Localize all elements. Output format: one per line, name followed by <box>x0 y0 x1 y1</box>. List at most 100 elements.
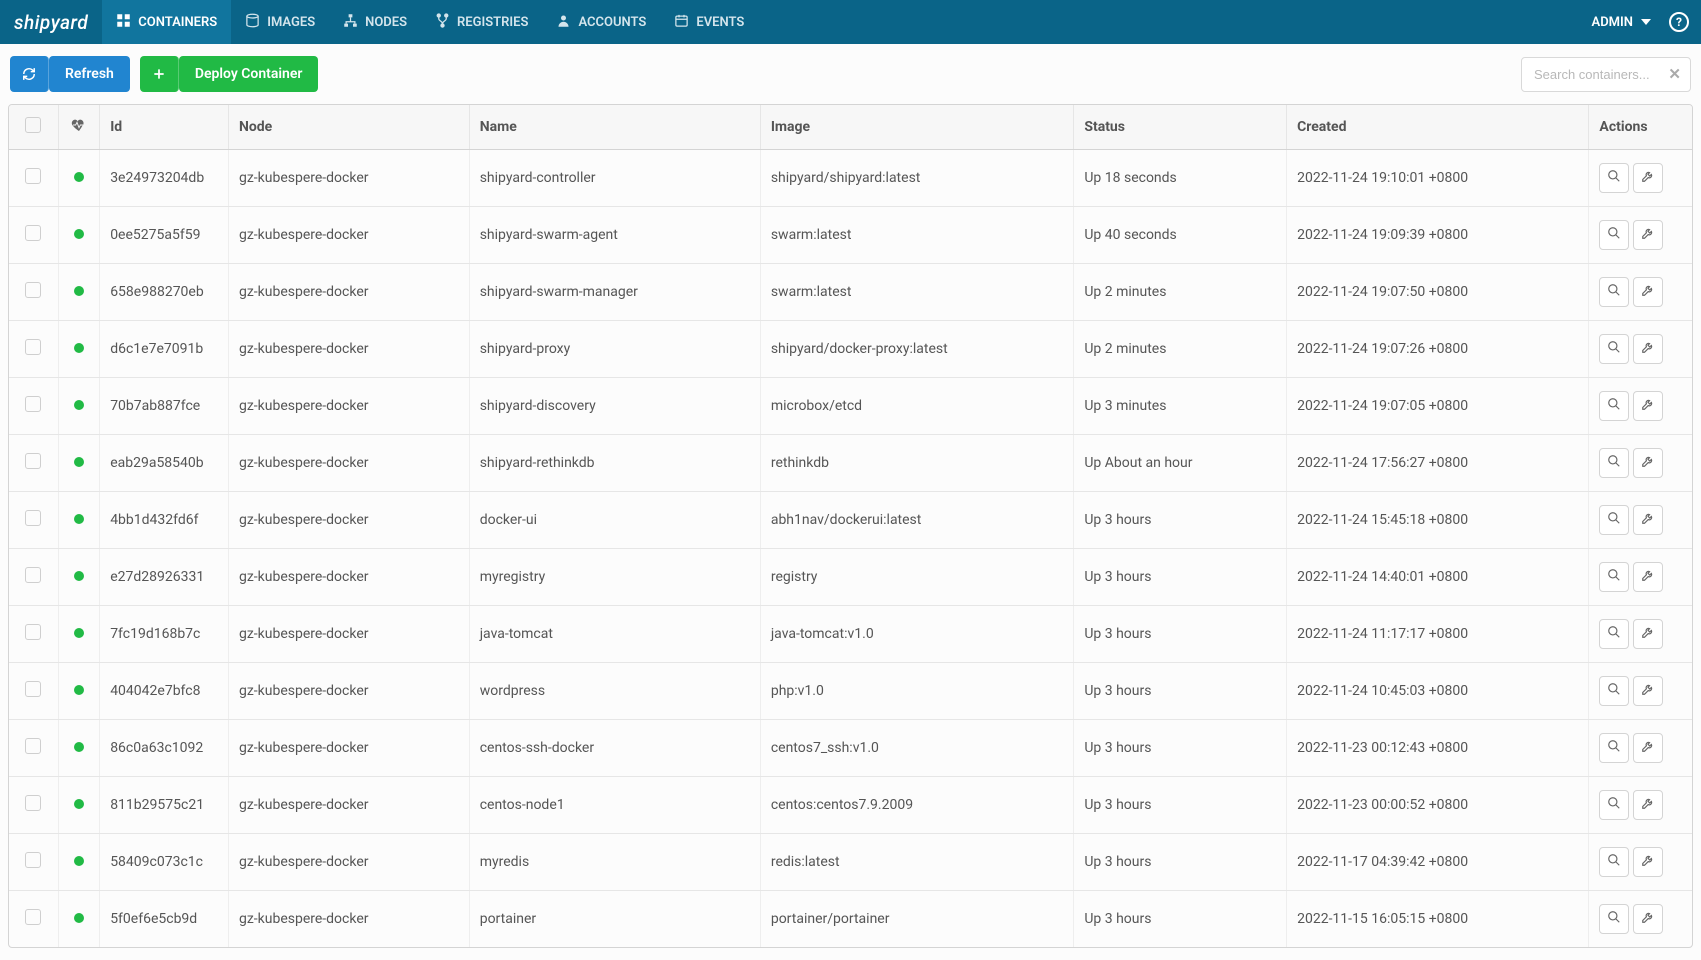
row-checkbox[interactable] <box>25 510 41 526</box>
row-checkbox[interactable] <box>25 909 41 925</box>
cell-id[interactable]: 58409c073c1c <box>100 834 229 891</box>
inspect-button[interactable] <box>1599 334 1629 364</box>
cell-image: redis:latest <box>760 834 1074 891</box>
inspect-button[interactable] <box>1599 220 1629 250</box>
table-row: 7fc19d168b7cgz-kubespere-dockerjava-tomc… <box>9 606 1692 663</box>
nav-item-registries[interactable]: REGISTRIES <box>421 0 542 44</box>
row-checkbox[interactable] <box>25 168 41 184</box>
inspect-button[interactable] <box>1599 448 1629 478</box>
cell-name[interactable]: shipyard-swarm-agent <box>469 207 760 264</box>
search-input[interactable] <box>1521 57 1691 92</box>
cell-name[interactable]: shipyard-swarm-manager <box>469 264 760 321</box>
row-checkbox[interactable] <box>25 681 41 697</box>
header-health[interactable] <box>58 105 99 150</box>
cell-id[interactable]: 5f0ef6e5cb9d <box>100 891 229 948</box>
configure-button[interactable] <box>1633 619 1663 649</box>
row-checkbox[interactable] <box>25 225 41 241</box>
header-created[interactable]: Created <box>1287 105 1589 150</box>
configure-button[interactable] <box>1633 334 1663 364</box>
inspect-button[interactable] <box>1599 790 1629 820</box>
cell-id[interactable]: 86c0a63c1092 <box>100 720 229 777</box>
configure-button[interactable] <box>1633 277 1663 307</box>
nav-item-containers[interactable]: CONTAINERS <box>102 0 231 44</box>
configure-button[interactable] <box>1633 448 1663 478</box>
row-checkbox[interactable] <box>25 453 41 469</box>
nav-item-images[interactable]: IMAGES <box>231 0 329 44</box>
configure-button[interactable] <box>1633 391 1663 421</box>
cell-id[interactable]: 70b7ab887fce <box>100 378 229 435</box>
help-icon[interactable]: ? <box>1669 12 1689 32</box>
row-checkbox[interactable] <box>25 624 41 640</box>
admin-menu[interactable]: ADMIN <box>1582 15 1661 30</box>
configure-button[interactable] <box>1633 676 1663 706</box>
inspect-button[interactable] <box>1599 562 1629 592</box>
inspect-button[interactable] <box>1599 733 1629 763</box>
cell-id[interactable]: e27d28926331 <box>100 549 229 606</box>
select-all-checkbox[interactable] <box>25 117 41 133</box>
header-actions[interactable]: Actions <box>1589 105 1692 150</box>
cell-name[interactable]: wordpress <box>469 663 760 720</box>
row-checkbox[interactable] <box>25 567 41 583</box>
row-checkbox[interactable] <box>25 396 41 412</box>
deploy-button[interactable]: Deploy Container <box>140 56 319 92</box>
cell-id[interactable]: 7fc19d168b7c <box>100 606 229 663</box>
cell-node: gz-kubespere-docker <box>228 321 469 378</box>
configure-button[interactable] <box>1633 904 1663 934</box>
inspect-button[interactable] <box>1599 676 1629 706</box>
cell-id[interactable]: 3e24973204db <box>100 150 229 207</box>
inspect-button[interactable] <box>1599 619 1629 649</box>
configure-button[interactable] <box>1633 733 1663 763</box>
header-image[interactable]: Image <box>760 105 1074 150</box>
header-id[interactable]: Id <box>100 105 229 150</box>
cell-name[interactable]: myregistry <box>469 549 760 606</box>
cell-id[interactable]: 4bb1d432fd6f <box>100 492 229 549</box>
configure-button[interactable] <box>1633 220 1663 250</box>
header-name[interactable]: Name <box>469 105 760 150</box>
cell-name[interactable]: shipyard-rethinkdb <box>469 435 760 492</box>
inspect-button[interactable] <box>1599 277 1629 307</box>
cell-created: 2022-11-24 17:56:27 +0800 <box>1287 435 1589 492</box>
row-checkbox[interactable] <box>25 738 41 754</box>
cell-id[interactable]: 404042e7bfc8 <box>100 663 229 720</box>
inspect-button[interactable] <box>1599 847 1629 877</box>
search-icon <box>1607 397 1621 415</box>
inspect-button[interactable] <box>1599 391 1629 421</box>
clear-icon[interactable]: ✕ <box>1668 65 1681 83</box>
search-wrap: ✕ <box>1521 57 1691 92</box>
refresh-button[interactable]: Refresh <box>10 56 130 92</box>
configure-button[interactable] <box>1633 163 1663 193</box>
cell-id[interactable]: eab29a58540b <box>100 435 229 492</box>
cell-id[interactable]: d6c1e7e7091b <box>100 321 229 378</box>
configure-button[interactable] <box>1633 847 1663 877</box>
nav-item-accounts[interactable]: ACCOUNTS <box>542 0 660 44</box>
cell-name[interactable]: shipyard-proxy <box>469 321 760 378</box>
row-checkbox[interactable] <box>25 339 41 355</box>
row-checkbox[interactable] <box>25 282 41 298</box>
inspect-button[interactable] <box>1599 904 1629 934</box>
row-checkbox[interactable] <box>25 795 41 811</box>
cell-name[interactable]: myredis <box>469 834 760 891</box>
cell-name[interactable]: docker-ui <box>469 492 760 549</box>
configure-button[interactable] <box>1633 562 1663 592</box>
cell-name[interactable]: centos-ssh-docker <box>469 720 760 777</box>
cell-node: gz-kubespere-docker <box>228 549 469 606</box>
cell-name[interactable]: java-tomcat <box>469 606 760 663</box>
cell-name[interactable]: shipyard-controller <box>469 150 760 207</box>
configure-button[interactable] <box>1633 505 1663 535</box>
cell-name[interactable]: centos-node1 <box>469 777 760 834</box>
nav-item-events[interactable]: EVENTS <box>660 0 758 44</box>
inspect-button[interactable] <box>1599 505 1629 535</box>
header-status[interactable]: Status <box>1074 105 1287 150</box>
brand-logo[interactable]: shipyard <box>0 11 102 34</box>
cell-name[interactable]: portainer <box>469 891 760 948</box>
row-checkbox[interactable] <box>25 852 41 868</box>
inspect-button[interactable] <box>1599 163 1629 193</box>
cell-id[interactable]: 658e988270eb <box>100 264 229 321</box>
cell-name[interactable]: shipyard-discovery <box>469 378 760 435</box>
cell-id[interactable]: 811b29575c21 <box>100 777 229 834</box>
nav-item-nodes[interactable]: NODES <box>329 0 421 44</box>
cell-id[interactable]: 0ee5275a5f59 <box>100 207 229 264</box>
header-node[interactable]: Node <box>228 105 469 150</box>
wrench-icon <box>1641 625 1655 643</box>
configure-button[interactable] <box>1633 790 1663 820</box>
